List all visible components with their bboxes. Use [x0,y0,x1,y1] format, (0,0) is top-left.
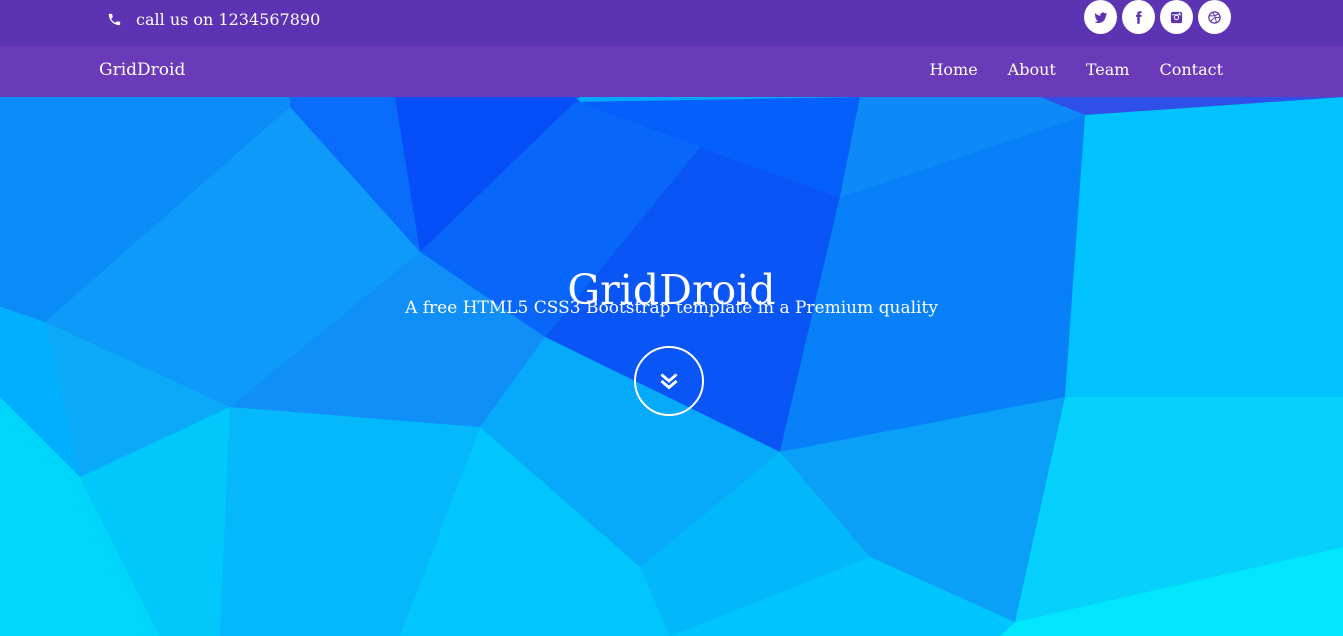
nav-about[interactable]: About [1008,60,1056,79]
facebook-button[interactable] [1122,0,1155,34]
contact-phone: call us on 1234567890 [107,8,320,30]
social-links [1084,0,1231,36]
main-nav: Home About Team Contact [929,60,1223,79]
dribbble-button[interactable] [1198,0,1231,34]
facebook-icon [1136,10,1142,24]
nav-home[interactable]: Home [929,60,977,79]
hero-section: GridDroid A free HTML5 CSS3 Bootstrap te… [0,97,1343,636]
top-bar: call us on 1234567890 [0,0,1343,46]
nav-team[interactable]: Team [1086,60,1130,79]
twitter-button[interactable] [1084,0,1117,34]
phone-icon [108,13,121,25]
scroll-down-button[interactable] [634,346,704,416]
dribbble-icon [1208,10,1221,24]
twitter-icon [1094,11,1108,23]
instagram-button[interactable] [1160,0,1193,34]
navbar: GridDroid Home About Team Contact [0,46,1343,97]
chevron-double-down-icon [660,373,678,390]
brand-logo[interactable]: GridDroid [99,60,185,80]
nav-contact[interactable]: Contact [1159,60,1223,79]
instagram-icon [1170,11,1183,23]
hero-subtitle: A free HTML5 CSS3 Bootstrap template in … [405,298,938,318]
phone-text: call us on 1234567890 [136,9,321,29]
